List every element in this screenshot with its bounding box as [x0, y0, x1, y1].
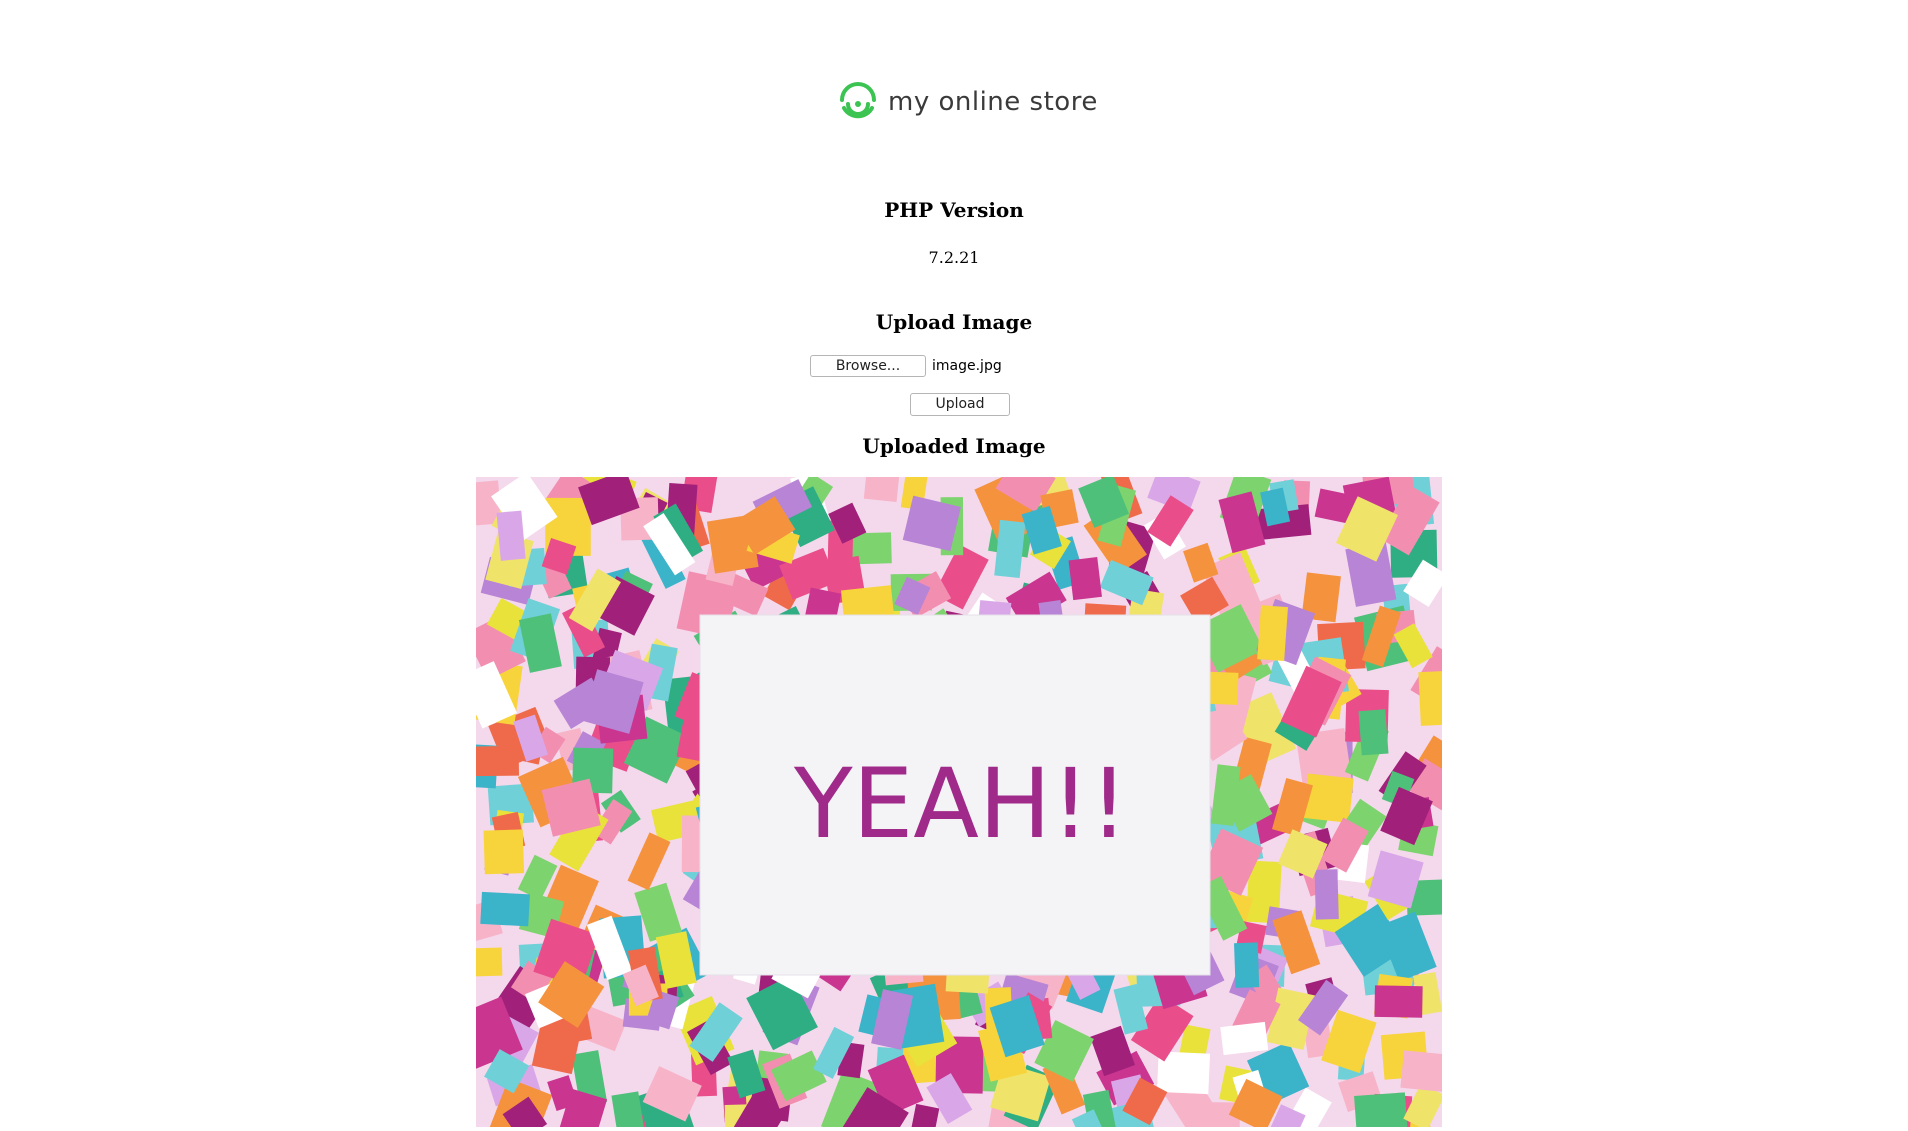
confetti-piece: [1234, 942, 1260, 988]
confetti-piece: [483, 829, 525, 875]
php-version-heading: PHP Version: [884, 198, 1024, 222]
confetti-piece: [476, 947, 503, 977]
upload-button[interactable]: Upload: [910, 393, 1010, 416]
confetti-piece: [496, 510, 526, 561]
confetti-piece: [1314, 869, 1339, 920]
card-text: YEAH!!: [793, 748, 1128, 860]
confetti-piece: [1418, 669, 1442, 726]
confetti-photo: YEAH!!: [476, 477, 1442, 1127]
selected-file-name: image.jpg: [932, 358, 1002, 374]
confetti-piece: [863, 477, 900, 502]
confetti-piece: [476, 745, 520, 777]
store-logo-icon: [840, 82, 876, 119]
confetti-piece: [1400, 1050, 1442, 1092]
confetti-piece: [1257, 605, 1288, 661]
page: my online store PHP Version 7.2.21 Uploa…: [0, 0, 1908, 1131]
uploaded-image: YEAH!!: [476, 477, 1442, 1127]
confetti-piece: [1303, 773, 1354, 823]
file-input[interactable]: Browse... image.jpg: [810, 355, 1002, 377]
confetti-piece: [1068, 557, 1102, 601]
confetti-piece: [1354, 1092, 1408, 1127]
confetti-piece: [1374, 985, 1423, 1018]
confetti-piece: [480, 891, 530, 927]
confetti-piece: [1220, 1021, 1269, 1056]
store-logo-text: my online store: [888, 87, 1098, 117]
store-logo[interactable]: my online store: [838, 82, 1098, 122]
uploaded-image-heading: Uploaded Image: [862, 434, 1046, 458]
confetti-piece: [1358, 709, 1389, 756]
php-version-value: 7.2.21: [928, 248, 980, 267]
upload-image-heading: Upload Image: [875, 310, 1033, 334]
browse-button[interactable]: Browse...: [810, 355, 926, 377]
